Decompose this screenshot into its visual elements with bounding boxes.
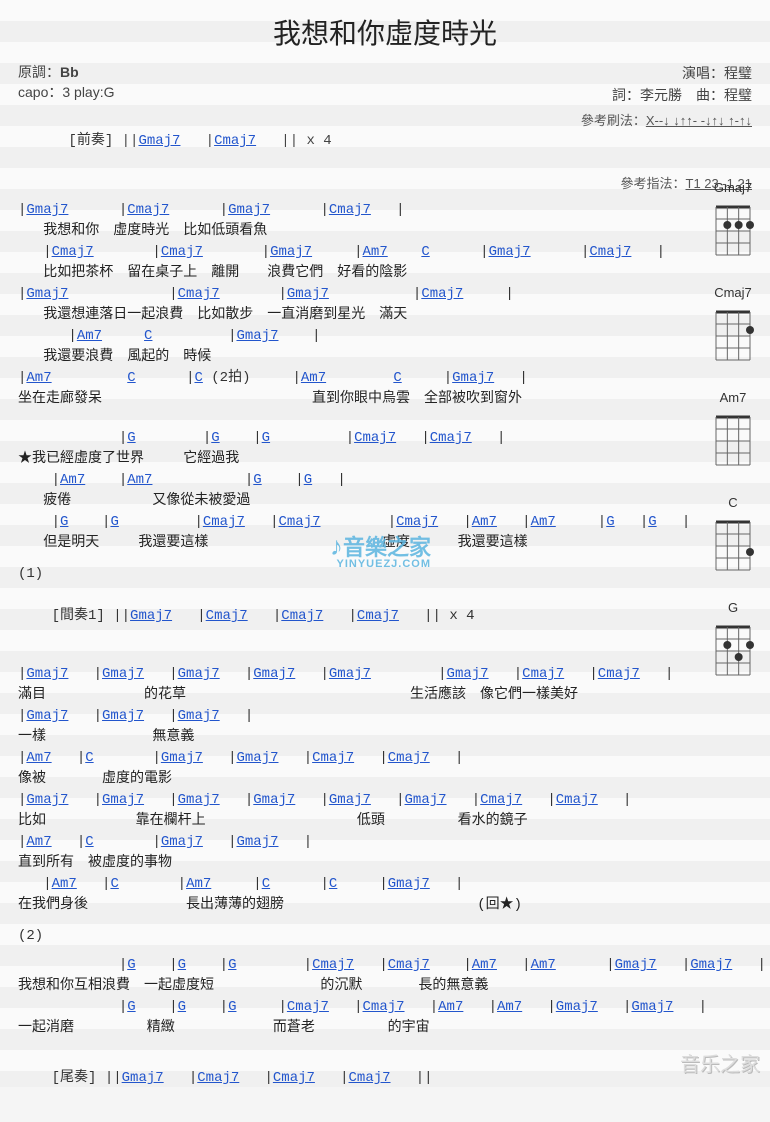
verse-2: |Gmaj7 |Gmaj7 |Gmaj7 |Gmaj7 |Gmaj7 |Gmaj… (18, 664, 752, 916)
song-title: 我想和你虛度時光 (18, 12, 752, 52)
chord-line: |Am7 |Am7 |G |G | (18, 470, 752, 491)
lyric-line: 直到所有 被虛度的事物 (18, 853, 752, 874)
intro-label: [前奏] (68, 133, 113, 149)
lyric-line: 坐在走廊發呆 直到你眼中烏雲 全部被吹到窗外 (18, 389, 752, 410)
chord-line: |Am7 C |Gmaj7 | (18, 326, 752, 347)
lyric-line: 比如 靠在欄杆上 低頭 看水的鏡子 (18, 811, 752, 832)
lyric-line: 一起消磨 精緻 而蒼老 的宇宙 (18, 1018, 752, 1039)
chord-line: |Gmaj7 |Gmaj7 |Gmaj7 | (18, 706, 752, 727)
lyric-line: 一樣 無意義 (18, 727, 752, 748)
chord-diagram-label: Cmaj7 (708, 285, 758, 300)
meta-right: 演唱：程璧 詞：李元勝 曲：程璧 (612, 62, 752, 106)
lyric-line: 比如把茶杯 留在桌子上 離開 浪費它們 好看的陰影 (18, 263, 752, 284)
chord-line: |Gmaj7 |Gmaj7 |Gmaj7 |Gmaj7 |Gmaj7 |Gmaj… (18, 664, 752, 685)
chord-line: |G |G |G |Cmaj7 |Cmaj7 | (18, 428, 752, 449)
lyric-line: ★我已經虛度了世界 它經過我 (18, 449, 752, 470)
ref-finger: 參考指法：T1 23 -1 21 (18, 173, 752, 192)
interlude-line: [間奏1] ||Gmaj7 |Cmaj7 |Cmaj7 |Cmaj7 || x … (18, 585, 752, 648)
key-value: Bb (60, 64, 79, 80)
lyric-line: 疲倦 又像從未被愛過 (18, 491, 752, 512)
chord-diagram-cmaj7: Cmaj7 (708, 285, 758, 362)
lyric-line: 我還想連落日一起浪費 比如散步 一直消磨到星光 滿天 (18, 305, 752, 326)
composer-value: 程璧 (724, 87, 752, 103)
verse-1: |Gmaj7 |Cmaj7 |Gmaj7 |Cmaj7 | 我想和你 虛度時光 … (18, 200, 752, 410)
lyric-line: 我想和你互相浪費 一起虛度短 的沉默 長的無意義 (18, 976, 752, 997)
lyric-line: 在我們身後 長出薄薄的翅膀 (回★) (18, 895, 752, 916)
lyric-line: 我想和你 虛度時光 比如低頭看魚 (18, 221, 752, 242)
chord-line: |Am7 |C |Gmaj7 |Gmaj7 |Cmaj7 |Cmaj7 | (18, 748, 752, 769)
lyric-line: 我還要浪費 風起的 時候 (18, 347, 752, 368)
meta-left: 原調：Bb capo：3 play:G (18, 62, 115, 106)
singer-value: 程璧 (724, 65, 752, 81)
chord-diagrams: Gmaj7 Cmaj7 Am7 C G (708, 180, 758, 677)
chord-diagram-label: C (708, 495, 758, 510)
chord-diagram-label: Gmaj7 (708, 180, 758, 195)
watermark-corner: 音乐之家 (680, 1048, 760, 1077)
capo-info: capo：3 play:G (18, 84, 115, 100)
chord-line: |Gmaj7 |Gmaj7 |Gmaj7 |Gmaj7 |Gmaj7 |Gmaj… (18, 790, 752, 811)
chord-diagram-am7: Am7 (708, 390, 758, 467)
intro-line: [前奏] ||Gmaj7 |Cmaj7 || x 4 (18, 110, 332, 173)
watermark-logo: ♪音樂之家 YINYUEZJ.COM (330, 530, 431, 570)
chord-line: |Gmaj7 |Cmaj7 |Gmaj7 |Cmaj7 | (18, 284, 752, 305)
singer-label: 演唱： (682, 65, 724, 81)
chord-line: |Am7 |C |Am7 |C |C |Gmaj7 | (18, 874, 752, 895)
chord-diagram-label: Am7 (708, 390, 758, 405)
chord-diagram-label: G (708, 600, 758, 615)
lyricist-label: 詞： (612, 87, 640, 103)
chord-line: |G |G |G |Cmaj7 |Cmaj7 |Am7 |Am7 |Gmaj7 … (18, 997, 752, 1018)
chord-line: |Gmaj7 |Cmaj7 |Gmaj7 |Cmaj7 | (18, 200, 752, 221)
verse-3: |G |G |G |Cmaj7 |Cmaj7 |Am7 |Am7 |Gmaj7 … (18, 955, 752, 1039)
chord-diagram-c: C (708, 495, 758, 572)
key-label: 原調： (18, 64, 60, 80)
chord-line: |Am7 C |C (2拍) |Am7 C |Gmaj7 | (18, 368, 752, 389)
lyric-line: 滿目 的花草 生活應該 像它們一樣美好 (18, 685, 752, 706)
chord-diagram-gmaj7: Gmaj7 (708, 180, 758, 257)
chord-diagram-g: G (708, 600, 758, 677)
lyric-line: 像被 虛度的電影 (18, 769, 752, 790)
section-2-label: (2) (18, 926, 752, 947)
ref-strum: 參考刷法：X--↓ ↓↑↑- -↓↑↓ ↑-↑↓ (581, 110, 752, 173)
chord-line: |Am7 |C |Gmaj7 |Gmaj7 | (18, 832, 752, 853)
outro-line: [尾奏] ||Gmaj7 |Cmaj7 |Cmaj7 |Cmaj7 || (18, 1047, 752, 1110)
chord-line: |Cmaj7 |Cmaj7 |Gmaj7 |Am7 C |Gmaj7 |Cmaj… (18, 242, 752, 263)
composer-label: 曲： (696, 87, 724, 103)
chord-line: |G |G |G |Cmaj7 |Cmaj7 |Am7 |Am7 |Gmaj7 … (18, 955, 752, 976)
lyricist-value: 李元勝 (640, 87, 682, 103)
